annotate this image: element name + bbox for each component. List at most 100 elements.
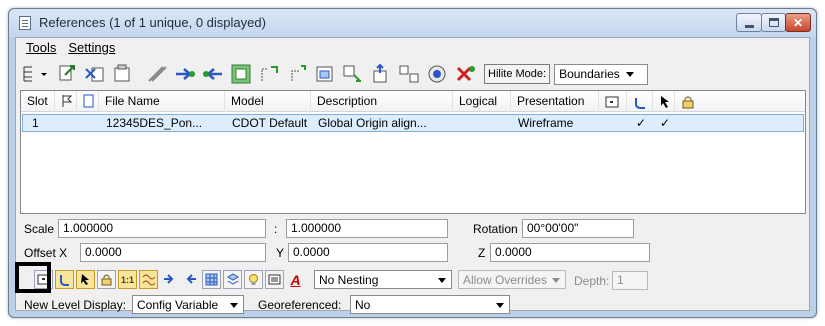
lock-icon (682, 96, 694, 109)
chevron-down-icon (552, 278, 560, 283)
rotate-reference-button[interactable] (202, 63, 224, 85)
column-flag[interactable] (55, 91, 77, 112)
exchange-icon (428, 65, 446, 83)
lock-icon (101, 274, 112, 286)
depth-field[interactable]: 1 (612, 271, 648, 290)
scale-label: Scale (24, 222, 55, 236)
overrides-value: Allow Overrides (463, 272, 548, 287)
column-lock[interactable] (675, 91, 699, 112)
clip-front-icon (373, 63, 387, 83)
bulb-icon (249, 274, 258, 285)
table-row[interactable]: 1 12345DES_Pon... CDOT Default Global Or… (22, 114, 804, 132)
tree-view-dropdown[interactable] (20, 63, 50, 85)
mirror-vertical-button[interactable] (286, 63, 308, 85)
minimize-button[interactable] (736, 13, 762, 32)
raster-toggle[interactable] (244, 270, 263, 289)
clip-boundary-button[interactable] (314, 63, 336, 85)
new-level-display-label: New Level Display: (24, 298, 127, 312)
settings-panel: Scale 1.000000 : 1.000000 Rotation 00°00… (20, 216, 806, 314)
maximize-button[interactable] (761, 13, 786, 32)
menu-bar: Tools Settings (16, 38, 809, 58)
hilite-mode-select[interactable]: Boundaries (554, 63, 649, 85)
attach-reference-button[interactable] (56, 63, 78, 85)
offset-y-label: Y (276, 246, 285, 260)
menu-settings[interactable]: Settings (62, 38, 121, 58)
flag-icon (62, 95, 73, 107)
chevron-down-icon (230, 303, 238, 308)
hilite-mode-button[interactable]: Hilite Mode: (484, 64, 551, 84)
move-reference-button[interactable] (146, 63, 168, 85)
level-display-toggle[interactable] (223, 270, 242, 289)
scale-ref-field[interactable]: 1.000000 (286, 219, 448, 238)
delete-x-icon (456, 66, 475, 82)
column-display[interactable] (599, 91, 627, 112)
cell-slot: 1 (32, 116, 39, 130)
ignore-attachment-toggle[interactable] (160, 270, 179, 289)
cell-locate-check[interactable]: ✓ (660, 115, 670, 132)
line-style-scale-toggle[interactable] (139, 270, 158, 289)
main-toolbar: Hilite Mode: Boundaries (20, 59, 806, 89)
mirror-horizontal-button[interactable] (258, 63, 280, 85)
reload-reference-button[interactable] (112, 63, 134, 85)
column-file-name[interactable]: File Name (99, 91, 225, 112)
nesting-select[interactable]: No Nesting (314, 270, 452, 289)
column-logical[interactable]: Logical (453, 91, 511, 112)
column-presentation[interactable]: Presentation (511, 91, 599, 112)
column-slot[interactable]: Slot (21, 91, 55, 112)
detach-reference-button[interactable] (84, 63, 106, 85)
scale-colon: : (274, 222, 278, 236)
clip-front-button[interactable] (370, 63, 392, 85)
clip-back-icon (399, 65, 419, 83)
offset-y-field[interactable]: 0.0000 (288, 243, 448, 262)
column-snap[interactable] (627, 91, 653, 112)
column-model[interactable]: Model (225, 91, 311, 112)
clip-mask-button[interactable] (342, 63, 364, 85)
close-button[interactable]: ✕ (785, 13, 811, 32)
detach-reference-icon (85, 67, 104, 82)
column-document[interactable] (77, 91, 99, 112)
cell-model: CDOT Default (232, 116, 308, 130)
arrow-pointer-icon (163, 274, 173, 284)
new-level-display-select[interactable]: Config Variable (132, 295, 244, 314)
rotation-field[interactable]: 00°00'00" (522, 219, 634, 238)
cell-file-name: 12345DES_Pon... (106, 116, 203, 130)
table-header: Slot File Name Model Description Logical… (21, 91, 805, 112)
clip-back-button[interactable] (398, 63, 420, 85)
print-toggle[interactable] (265, 270, 284, 289)
treat-as-element-toggle[interactable] (181, 270, 200, 289)
snap-icon (60, 275, 69, 286)
line-style-icon (142, 274, 155, 286)
lock-toggle[interactable] (97, 270, 116, 289)
georeferenced-select[interactable]: No (350, 295, 510, 314)
snap-icon (635, 98, 645, 109)
true-scale-toggle[interactable]: 1:1 (118, 270, 137, 289)
menu-tools[interactable]: Tools (20, 38, 62, 58)
callout-highlight-box (15, 262, 51, 293)
mirror-horizontal-icon (261, 66, 278, 81)
georeferenced-label: Georeferenced: (258, 298, 342, 312)
window-title: References (1 of 1 unique, 0 displayed) (39, 15, 266, 30)
layers-icon (227, 273, 239, 285)
copy-reference-button[interactable] (174, 63, 196, 85)
text-toggle[interactable]: A (286, 270, 305, 289)
exchange-button[interactable] (426, 63, 448, 85)
georeferenced-value: No (355, 297, 371, 312)
column-locate[interactable] (653, 91, 675, 112)
cell-snap-check[interactable]: ✓ (636, 115, 646, 132)
scale-reference-button[interactable] (230, 63, 252, 85)
overrides-select[interactable]: Allow Overrides (458, 270, 566, 289)
offset-x-field[interactable]: 0.0000 (80, 243, 266, 262)
grid-toggle[interactable] (202, 270, 221, 289)
locate-toggle[interactable] (76, 270, 95, 289)
new-level-display-value: Config Variable (137, 297, 219, 312)
title-bar[interactable]: References (1 of 1 unique, 0 displayed) … (9, 9, 816, 37)
offset-z-label: Z (478, 246, 486, 260)
references-table: Slot File Name Model Description Logical… (20, 90, 806, 214)
tree-list-icon (23, 66, 47, 82)
snap-toggle[interactable] (55, 270, 74, 289)
attribute-toggle-bar: 1:1 A No Nesting Allow Overrides (34, 270, 574, 289)
make-direct-button[interactable] (454, 63, 476, 85)
offset-z-field[interactable]: 0.0000 (490, 243, 650, 262)
column-description[interactable]: Description (311, 91, 453, 112)
scale-master-field[interactable]: 1.000000 (58, 219, 266, 238)
